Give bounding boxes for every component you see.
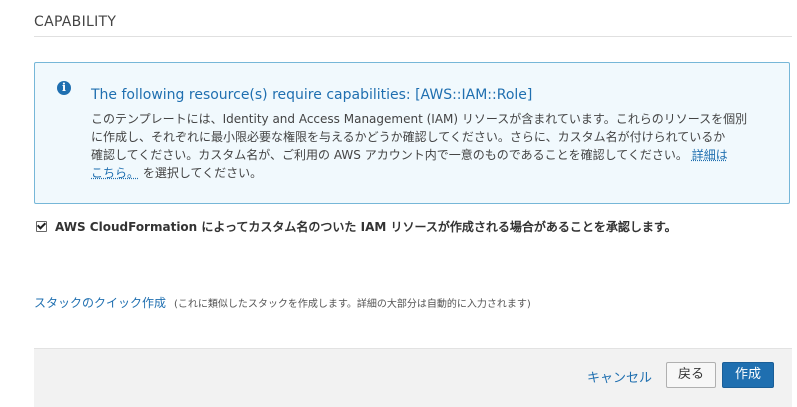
acknowledge-label[interactable]: AWS CloudFormation によってカスタム名のついた IAM リソー… bbox=[55, 218, 677, 235]
action-footer: キャンセル 戻る 作成 bbox=[34, 348, 792, 407]
acknowledge-checkbox[interactable] bbox=[36, 221, 47, 232]
info-heading: The following resource(s) require capabi… bbox=[91, 87, 533, 103]
info-body-line-2: に作成し、それぞれに最小限必要な権限を与えるかどうか確認してください。さらに、カ… bbox=[91, 130, 726, 144]
quick-create-row: スタックのクイック作成 (これに類似したスタックを作成します。詳細の大部分は自動… bbox=[34, 294, 531, 311]
acknowledge-row[interactable]: AWS CloudFormation によってカスタム名のついた IAM リソー… bbox=[34, 218, 677, 235]
cancel-button[interactable]: キャンセル bbox=[587, 367, 652, 386]
info-icon: i bbox=[57, 81, 71, 95]
section-divider bbox=[34, 36, 792, 37]
info-body-line-3: 確認してください。カスタム名が、ご利用の AWS アカウント内で一意のものである… bbox=[91, 148, 688, 162]
info-body-tail: を選択してください。 bbox=[142, 166, 263, 180]
quick-create-note: (これに類似したスタックを作成します。詳細の大部分は自動的に入力されます) bbox=[174, 299, 531, 310]
create-button[interactable]: 作成 bbox=[722, 362, 774, 388]
details-link-part-2[interactable]: こちら。 bbox=[91, 166, 139, 180]
info-body: このテンプレートには、Identity and Access Managemen… bbox=[91, 110, 763, 182]
section-title: CAPABILITY bbox=[34, 14, 117, 30]
details-link-part-1[interactable]: 詳細は bbox=[692, 148, 728, 162]
quick-create-link[interactable]: スタックのクイック作成 bbox=[34, 294, 166, 311]
capabilities-info-box: i The following resource(s) require capa… bbox=[34, 62, 790, 204]
info-body-line-1: このテンプレートには、Identity and Access Managemen… bbox=[91, 112, 748, 126]
back-button[interactable]: 戻る bbox=[666, 362, 716, 388]
